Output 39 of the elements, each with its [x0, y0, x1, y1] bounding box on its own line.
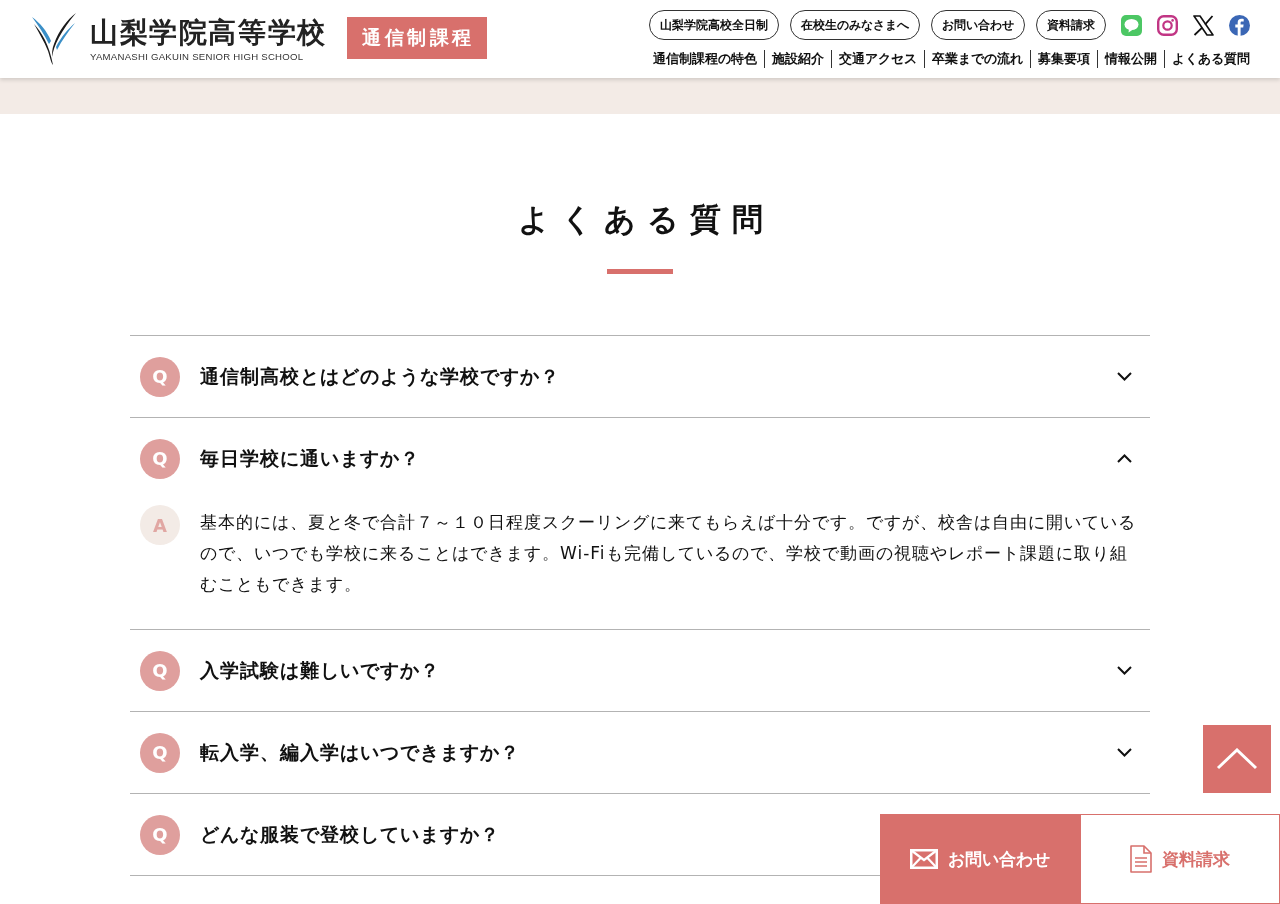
nav-link[interactable]: 情報公開: [1097, 50, 1164, 68]
scroll-top-button[interactable]: [1203, 725, 1271, 793]
chevron-down-icon[interactable]: [1117, 372, 1132, 381]
question-marker: Q: [140, 650, 180, 691]
faq-question[interactable]: 転入学、編入学はいつできますか？: [200, 739, 520, 766]
course-label: 通信制課程: [346, 17, 487, 59]
nav-link[interactable]: 施設紹介: [764, 50, 831, 68]
nav-link[interactable]: 通信制課程の特色: [653, 50, 764, 68]
x-letter-icon[interactable]: [1193, 14, 1214, 36]
chevron-down-icon[interactable]: [1117, 748, 1132, 757]
page-title: よくある質問: [516, 200, 774, 239]
wing-logo-icon: [30, 11, 78, 65]
faq-question[interactable]: どんな服装で登校していますか？: [200, 821, 500, 848]
question-marker: Q: [140, 732, 180, 773]
school-name: 山梨学院高等学校: [90, 17, 327, 49]
faq-question[interactable]: 毎日学校に通いますか？: [200, 445, 420, 472]
chevron-up-icon: [1216, 748, 1258, 770]
question-marker: Q: [140, 356, 180, 397]
document-icon: [1130, 845, 1152, 873]
faq-question[interactable]: 通信制高校とはどのような学校ですか？: [200, 363, 560, 390]
nav-link[interactable]: よくある質問: [1164, 50, 1250, 68]
nav-link[interactable]: 卒業までの流れ: [924, 50, 1030, 68]
faq-answer: 基本的には、夏と冬で合計７～１０日程度スクーリングに来てもらえば十分です。ですが、校舎は自由に開いているので、いつでも学校に来ることはできます。Wi-Fiも完備しているので、学校で動画の視聴やレポート課題に取り組むこともできます。: [200, 511, 1137, 596]
question-marker: Q: [140, 438, 180, 479]
header-link-button[interactable]: 山梨学院高校全日制: [649, 10, 779, 40]
envelope-icon: [910, 849, 938, 869]
header-link-button[interactable]: 資料請求: [1036, 10, 1106, 40]
nav-link[interactable]: 募集要項: [1030, 50, 1097, 68]
header-link-button[interactable]: 在校生のみなさまへ: [790, 10, 920, 40]
question-marker: Q: [140, 814, 180, 855]
f-circle-icon[interactable]: [1229, 14, 1250, 36]
answer-marker: A: [140, 505, 180, 545]
faq-question[interactable]: 入学試験は難しいですか？: [200, 657, 440, 684]
camera-outline-icon[interactable]: [1157, 14, 1178, 36]
nav-link[interactable]: 交通アクセス: [831, 50, 924, 68]
school-name-english: YAMANASHI GAKUIN SENIOR HIGH SCHOOL: [90, 51, 305, 63]
header-link-button[interactable]: お問い合わせ: [931, 10, 1025, 40]
chevron-down-icon[interactable]: [1117, 666, 1132, 675]
chevron-up-icon[interactable]: [1117, 454, 1132, 463]
